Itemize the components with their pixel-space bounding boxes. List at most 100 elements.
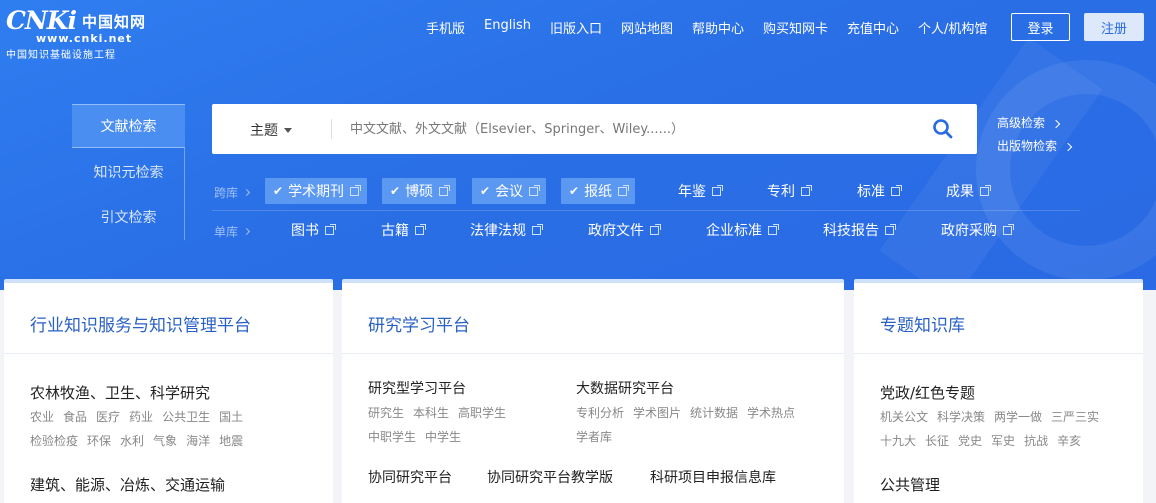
section-title[interactable]: 科研项目申报信息库 bbox=[650, 467, 776, 487]
link-party-history[interactable]: 党史 bbox=[958, 434, 982, 448]
db-enterprise-standard[interactable]: 企业标准 bbox=[706, 217, 779, 243]
link-military-history[interactable]: 军史 bbox=[991, 434, 1015, 448]
db-tech-report[interactable]: 科技报告 bbox=[823, 217, 896, 243]
link-undergrad[interactable]: 本科生 bbox=[413, 406, 449, 420]
nav-mobile[interactable]: 手机版 bbox=[426, 18, 465, 37]
db-journal[interactable]: ✔ 学术期刊 bbox=[265, 178, 368, 204]
check-icon: ✔ bbox=[273, 184, 284, 198]
db-patent[interactable]: 专利 bbox=[767, 178, 812, 204]
check-icon: ✔ bbox=[480, 184, 491, 198]
search-input[interactable] bbox=[350, 116, 910, 142]
card-title[interactable]: 专题知识库 bbox=[880, 311, 965, 336]
link-graduate[interactable]: 研究生 bbox=[368, 406, 404, 420]
link-inspection[interactable]: 检验检疫 bbox=[30, 434, 78, 448]
section-title[interactable]: 建筑、能源、冶炼、交通运输 bbox=[30, 474, 225, 495]
nav-buy-card[interactable]: 购买知网卡 bbox=[763, 18, 828, 37]
link-statistics[interactable]: 统计数据 bbox=[690, 406, 738, 420]
nav-old-version[interactable]: 旧版入口 bbox=[550, 18, 602, 37]
search-category-select[interactable]: 主题 bbox=[250, 120, 292, 140]
row-divider bbox=[212, 210, 1080, 211]
link-medical[interactable]: 医疗 bbox=[96, 410, 120, 424]
link-row: 中职学生 中学生 bbox=[368, 425, 470, 449]
cross-db-label: 跨库 bbox=[214, 184, 251, 201]
link-scholars[interactable]: 学者库 bbox=[576, 430, 612, 444]
link-three-stricts[interactable]: 三严三实 bbox=[1051, 410, 1099, 424]
link-hot-topics[interactable]: 学术热点 bbox=[747, 406, 795, 420]
link-environment[interactable]: 环保 bbox=[87, 434, 111, 448]
db-standard[interactable]: 标准 bbox=[857, 178, 902, 204]
link-middle-school[interactable]: 中学生 bbox=[425, 430, 461, 444]
link-official-docs[interactable]: 机关公文 bbox=[880, 410, 928, 424]
link-decision[interactable]: 科学决策 bbox=[937, 410, 985, 424]
link-vocational[interactable]: 高职学生 bbox=[458, 406, 506, 420]
link-row: 专利分析 学术图片 统计数据 学术热点 bbox=[576, 401, 804, 425]
link-row: 农业 食品 医疗 药业 公共卫生 国土 bbox=[30, 405, 252, 429]
link-academic-images[interactable]: 学术图片 bbox=[633, 406, 681, 420]
db-gov-procurement[interactable]: 政府采购 bbox=[941, 217, 1014, 243]
link-row: 机关公文 科学决策 两学一做 三严三实 bbox=[880, 405, 1108, 429]
publication-search-link[interactable]: 出版物检索 bbox=[997, 135, 1073, 158]
db-achievement-label: 成果 bbox=[946, 184, 974, 200]
card-title[interactable]: 行业知识服务与知识管理平台 bbox=[30, 311, 251, 336]
nav-help[interactable]: 帮助中心 bbox=[692, 18, 744, 37]
tab-literature-search[interactable]: 文献检索 bbox=[72, 104, 185, 148]
db-achievement[interactable]: 成果 bbox=[946, 178, 991, 204]
card-divider bbox=[4, 353, 333, 354]
link-war-of-resistance[interactable]: 抗战 bbox=[1024, 434, 1048, 448]
register-button[interactable]: 注册 bbox=[1084, 13, 1144, 41]
nav-recharge[interactable]: 充值中心 bbox=[847, 18, 899, 37]
link-water[interactable]: 水利 bbox=[120, 434, 144, 448]
db-laws[interactable]: 法律法规 bbox=[470, 217, 543, 243]
link-pharma[interactable]: 药业 bbox=[129, 410, 153, 424]
db-books[interactable]: 图书 bbox=[291, 217, 336, 243]
card-title[interactable]: 研究学习平台 bbox=[368, 311, 470, 336]
section-title[interactable]: 研究型学习平台 bbox=[368, 378, 466, 398]
db-ancient-books-label: 古籍 bbox=[381, 223, 409, 239]
external-link-icon bbox=[980, 184, 991, 196]
db-tech-report-label: 科技报告 bbox=[823, 223, 879, 239]
link-ocean[interactable]: 海洋 bbox=[186, 434, 210, 448]
link-land[interactable]: 国土 bbox=[219, 410, 243, 424]
logo-cn: 中国知网 bbox=[82, 13, 147, 31]
link-long-march[interactable]: 长征 bbox=[925, 434, 949, 448]
publication-search-label: 出版物检索 bbox=[997, 139, 1058, 153]
section-title[interactable]: 农林牧渔、卫生、科学研究 bbox=[30, 382, 210, 403]
link-patent-analysis[interactable]: 专利分析 bbox=[576, 406, 624, 420]
tab-knowledge-search[interactable]: 知识元检索 bbox=[72, 150, 185, 194]
db-gov-docs[interactable]: 政府文件 bbox=[588, 217, 661, 243]
link-secondary-vocational[interactable]: 中职学生 bbox=[368, 430, 416, 444]
nav-sitemap[interactable]: 网站地图 bbox=[621, 18, 673, 37]
db-conference-label: 会议 bbox=[495, 184, 524, 200]
section-title[interactable]: 协同研究平台教学版 bbox=[487, 467, 613, 487]
link-row: 检验检疫 环保 水利 气象 海洋 地震 bbox=[30, 429, 252, 453]
tab-citation-search[interactable]: 引文检索 bbox=[72, 195, 185, 239]
link-earthquake[interactable]: 地震 bbox=[219, 434, 243, 448]
advanced-search-link[interactable]: 高级检索 bbox=[997, 112, 1071, 135]
link-agriculture[interactable]: 农业 bbox=[30, 410, 54, 424]
section-title[interactable]: 公共管理 bbox=[880, 474, 940, 495]
link-public-health[interactable]: 公共卫生 bbox=[162, 410, 210, 424]
db-thesis[interactable]: ✔ 博硕 bbox=[382, 178, 457, 204]
section-title[interactable]: 协同研究平台 bbox=[368, 467, 452, 487]
chevron-right-icon bbox=[242, 188, 251, 197]
cnki-logo[interactable]: CNKi 中国知网 www.cnki.net 中国知识基础设施工程 bbox=[6, 6, 156, 61]
db-ancient-books[interactable]: 古籍 bbox=[381, 217, 426, 243]
link-row: 十九大 长征 党史 军史 抗战 辛亥 bbox=[880, 429, 1090, 453]
db-newspaper[interactable]: ✔ 报纸 bbox=[561, 178, 636, 204]
search-icon[interactable] bbox=[932, 118, 954, 140]
link-19th-congress[interactable]: 十九大 bbox=[880, 434, 916, 448]
card-divider bbox=[854, 353, 1143, 354]
link-xinhai[interactable]: 辛亥 bbox=[1057, 434, 1081, 448]
link-weather[interactable]: 气象 bbox=[153, 434, 177, 448]
external-link-icon bbox=[439, 184, 451, 196]
link-two-studies[interactable]: 两学一做 bbox=[994, 410, 1042, 424]
cross-db-label-text: 跨库 bbox=[214, 186, 239, 200]
db-conference[interactable]: ✔ 会议 bbox=[472, 178, 547, 204]
db-yearbook[interactable]: 年鉴 bbox=[678, 178, 723, 204]
section-title[interactable]: 党政/红色专题 bbox=[880, 382, 975, 403]
link-food[interactable]: 食品 bbox=[63, 410, 87, 424]
nav-english[interactable]: English bbox=[484, 18, 531, 37]
section-title[interactable]: 大数据研究平台 bbox=[576, 378, 674, 398]
nav-personal[interactable]: 个人/机构馆 bbox=[918, 18, 987, 37]
login-button[interactable]: 登录 bbox=[1011, 13, 1070, 41]
